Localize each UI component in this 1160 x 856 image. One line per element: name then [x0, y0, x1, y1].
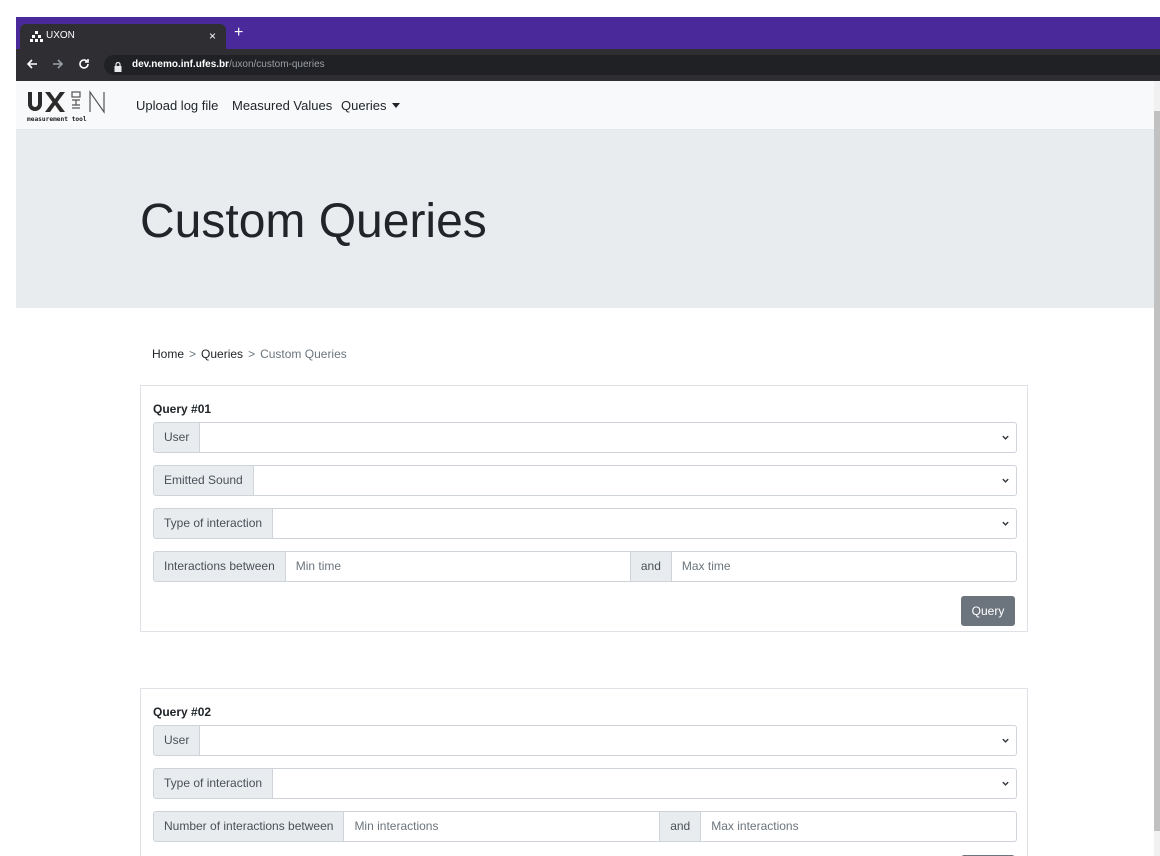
min-time-field[interactable]: Min time: [285, 551, 631, 582]
breadcrumb: Home > Queries > Custom Queries: [152, 347, 347, 361]
breadcrumb-current: Custom Queries: [260, 347, 347, 361]
page-title: Custom Queries: [140, 195, 487, 248]
user-input-group: User: [153, 725, 1017, 756]
interaction-type-label: Type of interaction: [153, 768, 274, 799]
browser-tabbar: UXON × +: [16, 17, 1160, 49]
emitted-sound-label: Emitted Sound: [153, 465, 254, 496]
tab-close-icon[interactable]: ×: [209, 29, 216, 43]
breadcrumb-home[interactable]: Home: [152, 347, 184, 361]
tab-favicon-icon: [30, 30, 44, 42]
screen: UXON × + dev.nemo.inf.ufes.br/uxon/custo…: [0, 0, 1160, 856]
nav-measured-values[interactable]: Measured Values: [232, 98, 332, 114]
reload-icon[interactable]: [78, 57, 90, 73]
back-arrow-icon[interactable]: [26, 57, 38, 73]
page-scrollbar[interactable]: [1154, 81, 1160, 856]
chevron-down-icon: [1002, 738, 1009, 743]
query-title: Query #02: [153, 705, 212, 719]
breadcrumb-separator: >: [189, 347, 197, 361]
uxon-logo[interactable]: measurement tool: [26, 89, 134, 123]
browser-tab[interactable]: UXON ×: [20, 24, 226, 49]
interaction-type-input-group: Type of interaction: [153, 508, 1017, 539]
url-path: /uxon/custom-queries: [229, 59, 325, 70]
emitted-sound-input-group: Emitted Sound: [153, 465, 1017, 496]
query-card-02: Query #02 User Type of interaction Numbe…: [140, 688, 1028, 856]
scrollbar-thumb[interactable]: [1154, 111, 1160, 831]
interaction-type-input-group: Type of interaction: [153, 768, 1017, 799]
lock-icon: [114, 59, 122, 72]
chevron-down-icon: [1002, 435, 1009, 440]
max-interactions-field[interactable]: Max interactions: [701, 811, 1017, 842]
new-tab-icon[interactable]: +: [234, 23, 243, 43]
url-text: dev.nemo.inf.ufes.br/uxon/custom-queries: [132, 59, 325, 71]
app-navbar: measurement tool Upload log file Measure…: [16, 81, 1154, 130]
interaction-type-select[interactable]: [273, 768, 1017, 799]
interactions-between-input-group: Interactions between Min time and Max ti…: [153, 551, 1017, 582]
query-card-01: Query #01 User Emitted Sound Type of int…: [140, 385, 1028, 632]
tab-title: UXON: [46, 30, 75, 41]
user-select[interactable]: [200, 422, 1017, 453]
chevron-down-icon: [1002, 478, 1009, 483]
user-label: User: [153, 725, 201, 756]
query-button[interactable]: Query: [961, 596, 1015, 626]
user-select[interactable]: [200, 725, 1017, 756]
emitted-sound-select[interactable]: [253, 465, 1017, 496]
max-time-field[interactable]: Max time: [671, 551, 1017, 582]
nav-queries-label: Queries: [341, 98, 387, 113]
logo-tagline: measurement tool: [27, 116, 87, 123]
browser-addressbar: dev.nemo.inf.ufes.br/uxon/custom-queries: [16, 49, 1160, 81]
chevron-down-icon: [1002, 521, 1009, 526]
user-label: User: [153, 422, 201, 453]
number-of-interactions-input-group: Number of interactions between Min inter…: [153, 811, 1017, 842]
breadcrumb-queries[interactable]: Queries: [201, 347, 243, 361]
page-header: Custom Queries: [16, 130, 1154, 308]
interaction-type-select[interactable]: [273, 508, 1017, 539]
interaction-type-label: Type of interaction: [153, 508, 274, 539]
and-label: and: [630, 551, 672, 582]
query-title: Query #01: [153, 402, 212, 416]
interactions-between-label: Interactions between: [153, 551, 286, 582]
url-bar[interactable]: dev.nemo.inf.ufes.br/uxon/custom-queries: [104, 55, 1160, 75]
breadcrumb-separator: >: [248, 347, 256, 361]
url-host: dev.nemo.inf.ufes.br: [132, 59, 230, 70]
nav-queries-dropdown[interactable]: Queries: [341, 98, 400, 114]
forward-arrow-icon[interactable]: [52, 57, 64, 73]
chevron-down-icon: [1002, 781, 1009, 786]
number-of-interactions-label: Number of interactions between: [153, 811, 345, 842]
user-input-group: User: [153, 422, 1017, 453]
caret-down-icon: [391, 103, 400, 108]
and-label: and: [660, 811, 702, 842]
min-interactions-field[interactable]: Min interactions: [344, 811, 661, 842]
nav-upload-log-file[interactable]: Upload log file: [136, 98, 218, 114]
